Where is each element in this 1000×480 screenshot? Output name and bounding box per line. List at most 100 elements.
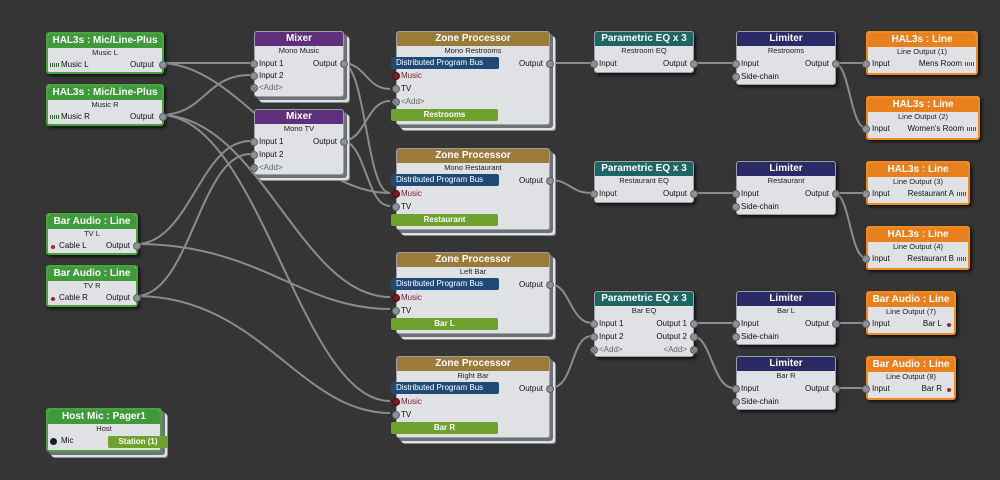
zone-processor-restrooms-block[interactable]: Zone Processor Mono Restrooms Distribute…: [391, 31, 554, 125]
bar-audio-output-8-block[interactable]: Bar Audio : Line Line Output (8) Input B…: [862, 356, 956, 400]
station-bar[interactable]: Station (1): [108, 436, 168, 448]
hal-line-output-2-block[interactable]: HAL3s : Line Line Output (2) Input Women…: [862, 96, 980, 140]
parametric-eq-restroom-block[interactable]: Parametric EQ x 3 Restroom EQ Input Outp…: [590, 31, 698, 73]
output-pin[interactable]: [546, 60, 554, 68]
add-output-label[interactable]: <Add>: [663, 345, 687, 355]
host-mic-pager-block[interactable]: Host Mic : Pager1 Host Mic Station (1): [46, 408, 168, 452]
output-pin[interactable]: [159, 61, 167, 69]
block-subtitle: Music L: [92, 48, 118, 57]
side-chain-pin[interactable]: [732, 333, 740, 341]
music-input-pin[interactable]: [392, 72, 400, 80]
input-pin[interactable]: [732, 320, 740, 328]
mixer-mono-music-block[interactable]: Mixer Mono Music Input 1 Input 2 <Add> O…: [250, 31, 348, 97]
bar-audio-output-7-block[interactable]: Bar Audio : Line Line Output (7) Input B…: [862, 291, 956, 335]
add-input-label[interactable]: <Add>: [599, 345, 623, 355]
add-input-label[interactable]: <Add>: [259, 163, 283, 173]
hal-mic-line-music-r-block[interactable]: HAL3s : Mic/Line-Plus Music R Music R Ou…: [46, 84, 167, 126]
tv-input-pin[interactable]: [392, 307, 400, 315]
output-label: Output: [518, 176, 543, 185]
side-chain-label: Side-chain: [741, 202, 779, 211]
tv-input-pin[interactable]: [392, 85, 400, 93]
side-chain-label: Side-chain: [741, 332, 779, 341]
bar-audio-tv-r-block[interactable]: Bar Audio : Line TV R Cable R Output: [46, 265, 141, 307]
distributed-program-bus[interactable]: Distributed Program Bus: [391, 278, 499, 290]
input-pin[interactable]: [862, 125, 870, 133]
zone-processor-restaurant-block[interactable]: Zone Processor Mono Restaurant Distribut…: [391, 148, 554, 230]
output-pin[interactable]: [340, 138, 348, 146]
input-pin[interactable]: [862, 60, 870, 68]
output-pin[interactable]: [133, 294, 141, 302]
limiter-restaurant-block[interactable]: Limiter Restaurant Input Side-chain Outp…: [732, 161, 840, 215]
input-2-pin[interactable]: [590, 333, 598, 341]
input-pin[interactable]: [862, 385, 870, 393]
output-pin[interactable]: [159, 113, 167, 121]
hal-line-output-3-block[interactable]: HAL3s : Line Line Output (3) Input Resta…: [862, 161, 970, 205]
output-pin[interactable]: [832, 190, 840, 198]
output-pin[interactable]: [832, 60, 840, 68]
hal-line-output-1-block[interactable]: HAL3s : Line Line Output (1) Input Mens …: [862, 31, 978, 75]
output-2-pin[interactable]: [690, 333, 698, 341]
output-pin[interactable]: [133, 242, 141, 250]
music-input-pin[interactable]: [392, 294, 400, 302]
parametric-eq-restaurant-block[interactable]: Parametric EQ x 3 Restaurant EQ Input Ou…: [590, 161, 698, 203]
add-input-pin[interactable]: [392, 98, 400, 106]
output-1-pin[interactable]: [690, 320, 698, 328]
add-input-pin[interactable]: [590, 346, 598, 354]
output-pin[interactable]: [690, 60, 698, 68]
limiter-bar-l-block[interactable]: Limiter Bar L Input Side-chain Output: [732, 291, 840, 345]
block-subtitle: Mono Restrooms: [444, 46, 502, 55]
music-input-pin[interactable]: [392, 190, 400, 198]
music-input-pin[interactable]: [392, 398, 400, 406]
input-1-pin[interactable]: [250, 60, 258, 68]
zone-name-bar[interactable]: Bar L: [391, 318, 498, 330]
side-chain-pin[interactable]: [732, 398, 740, 406]
zone-name-bar[interactable]: Restaurant: [391, 214, 498, 226]
output-pin[interactable]: [546, 281, 554, 289]
input-pin[interactable]: [862, 255, 870, 263]
zone-name-bar[interactable]: Bar R: [391, 422, 498, 434]
output-pin[interactable]: [340, 60, 348, 68]
zone-processor-left-bar-block[interactable]: Zone Processor Left Bar Distributed Prog…: [391, 252, 554, 334]
output-pin[interactable]: [832, 320, 840, 328]
input-2-pin[interactable]: [250, 151, 258, 159]
output-label: Output: [662, 189, 687, 198]
distributed-program-bus[interactable]: Distributed Program Bus: [391, 174, 499, 186]
input-pin[interactable]: [590, 190, 598, 198]
hal-line-output-4-block[interactable]: HAL3s : Line Line Output (4) Input Resta…: [862, 226, 970, 270]
side-chain-pin[interactable]: [732, 73, 740, 81]
add-input-label[interactable]: <Add>: [401, 97, 425, 107]
zone-processor-right-bar-block[interactable]: Zone Processor Right Bar Distributed Pro…: [391, 356, 554, 438]
block-title: Host Mic : Pager1: [48, 410, 160, 424]
distributed-program-bus[interactable]: Distributed Program Bus: [391, 382, 499, 394]
tv-input-pin[interactable]: [392, 203, 400, 211]
input-2-pin[interactable]: [250, 72, 258, 80]
output-pin[interactable]: [832, 385, 840, 393]
add-input-pin[interactable]: [250, 164, 258, 172]
distributed-program-bus[interactable]: Distributed Program Bus: [391, 57, 499, 69]
tv-input-pin[interactable]: [392, 411, 400, 419]
parametric-eq-bar-block[interactable]: Parametric EQ x 3 Bar EQ Input 1 Input 2…: [590, 291, 698, 357]
input-pin[interactable]: [862, 320, 870, 328]
input-pin[interactable]: [732, 385, 740, 393]
input-pin[interactable]: [732, 190, 740, 198]
hal-mic-line-music-l-block[interactable]: HAL3s : Mic/Line-Plus Music L Music L Ou…: [46, 32, 167, 74]
bar-audio-tv-l-block[interactable]: Bar Audio : Line TV L Cable L Output: [46, 213, 141, 255]
input-1-pin[interactable]: [590, 320, 598, 328]
input-label: Music L: [61, 60, 89, 69]
add-input-label[interactable]: <Add>: [259, 83, 283, 93]
input-1-pin[interactable]: [250, 138, 258, 146]
zone-name-bar[interactable]: Restrooms: [391, 109, 498, 121]
limiter-restrooms-block[interactable]: Limiter Restrooms Input Side-chain Outpu…: [732, 31, 840, 85]
limiter-bar-r-block[interactable]: Limiter Bar R Input Side-chain Output: [732, 356, 840, 410]
block-title: HAL3s : Line: [868, 33, 976, 47]
mixer-mono-tv-block[interactable]: Mixer Mono TV Input 1 Input 2 <Add> Outp…: [250, 109, 348, 175]
add-output-pin[interactable]: [690, 346, 698, 354]
output-pin[interactable]: [546, 177, 554, 185]
output-pin[interactable]: [546, 385, 554, 393]
side-chain-pin[interactable]: [732, 203, 740, 211]
input-pin[interactable]: [590, 60, 598, 68]
input-pin[interactable]: [862, 190, 870, 198]
add-input-pin[interactable]: [250, 84, 258, 92]
input-pin[interactable]: [732, 60, 740, 68]
output-pin[interactable]: [690, 190, 698, 198]
